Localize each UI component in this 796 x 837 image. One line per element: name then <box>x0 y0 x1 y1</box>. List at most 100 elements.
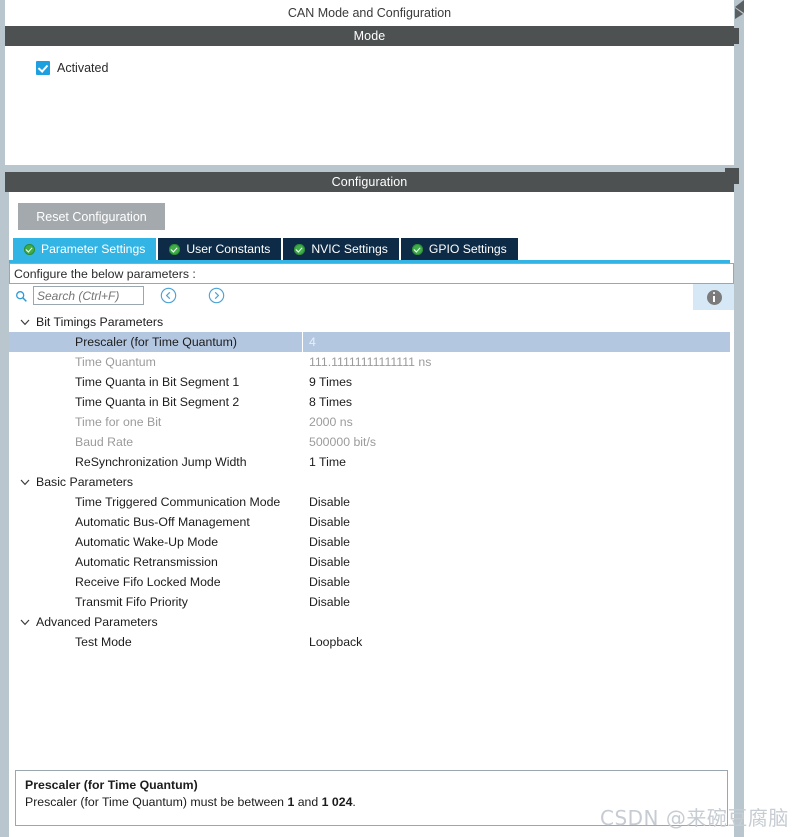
parameter-value[interactable]: Disable <box>309 575 350 589</box>
search-input[interactable] <box>33 286 144 305</box>
parameter-row[interactable]: Automatic Wake-Up Mode Disable <box>9 532 730 552</box>
chevron-down-icon[interactable] <box>19 316 31 328</box>
activated-checkbox-row[interactable]: Activated <box>36 61 108 75</box>
instruction-text: Configure the below parameters : <box>14 266 196 281</box>
tab-gpio-settings[interactable]: GPIO Settings <box>400 238 518 260</box>
parameter-name: Time Triggered Communication Mode <box>75 495 281 509</box>
green-check-icon <box>294 243 306 255</box>
parameter-value[interactable]: Disable <box>309 495 350 509</box>
parameter-value[interactable]: 9 Times <box>309 375 352 389</box>
parameter-row[interactable]: ReSynchronization Jump Width 1 Time <box>9 452 730 472</box>
parameter-row[interactable]: Time Triggered Communication Mode Disable <box>9 492 730 512</box>
parameter-name: Automatic Wake-Up Mode <box>75 535 219 549</box>
parameter-group-header[interactable]: Bit Timings Parameters <box>9 312 730 332</box>
parameter-group-label: Basic Parameters <box>36 475 134 489</box>
tab-label: User Constants <box>186 242 271 256</box>
tab-user-constants[interactable]: User Constants <box>158 238 282 260</box>
parameter-value[interactable]: 4 <box>302 332 316 353</box>
parameter-name: Baud Rate <box>75 435 134 449</box>
parameter-group-header[interactable]: Advanced Parameters <box>9 612 730 632</box>
parameter-value[interactable]: 111.11111111111111 ns <box>309 355 431 369</box>
parameter-group-label: Advanced Parameters <box>36 615 158 629</box>
green-check-icon <box>411 243 423 255</box>
configuration-section-body: Reset Configuration Parameter Settings Us… <box>5 192 735 837</box>
tab-parameter-settings[interactable]: Parameter Settings <box>13 238 157 260</box>
parameter-name: Time Quantum <box>75 355 156 369</box>
description-middle: and <box>294 795 322 809</box>
parameter-name: Transmit Fifo Priority <box>75 595 188 609</box>
instruction-bar: Configure the below parameters : <box>9 263 734 284</box>
parameter-name: Automatic Retransmission <box>75 555 218 569</box>
watermark: CSDN @来碗豆腐脑 <box>600 806 789 830</box>
parameter-tree: Bit Timings Parameters Prescaler (for Tim… <box>9 312 730 762</box>
parameter-value[interactable]: Disable <box>309 535 350 549</box>
parameter-value[interactable]: 1 Time <box>309 455 346 469</box>
parameter-row[interactable]: Prescaler (for Time Quantum) 4 <box>9 332 730 353</box>
chevron-down-icon[interactable] <box>19 616 31 628</box>
green-check-icon <box>24 243 35 255</box>
parameter-name: Time for one Bit <box>75 415 162 429</box>
page-title: CAN Mode and Configuration <box>287 5 452 20</box>
chevron-right-circle-icon[interactable] <box>208 287 225 304</box>
window-frame: CAN Mode and Configuration Mode Activate… <box>0 0 739 837</box>
parameter-value[interactable]: Disable <box>309 515 350 529</box>
green-check-icon <box>169 243 181 255</box>
parameter-name: Receive Fifo Locked Mode <box>75 575 221 589</box>
scroll-thumb-bottom[interactable] <box>725 168 739 184</box>
parameter-value[interactable]: 8 Times <box>309 395 352 409</box>
parameter-row[interactable]: Transmit Fifo Priority Disable <box>9 592 730 612</box>
parameter-value[interactable]: Disable <box>309 595 350 609</box>
parameter-name: ReSynchronization Jump Width <box>75 455 247 469</box>
description-title: Prescaler (for Time Quantum) <box>25 778 198 792</box>
mode-section-header: Mode <box>5 26 734 46</box>
parameter-name: Test Mode <box>75 635 132 649</box>
parameter-value[interactable]: 2000 ns <box>309 415 353 429</box>
tab-nvic-settings[interactable]: NVIC Settings <box>283 238 399 260</box>
search-toolbar <box>9 284 735 310</box>
reset-configuration-button[interactable]: Reset Configuration <box>18 203 165 230</box>
search-icon <box>16 291 27 302</box>
parameter-value[interactable]: Loopback <box>309 635 362 649</box>
mode-section-label: Mode <box>353 29 386 43</box>
can-configuration-window: CAN Mode and Configuration Mode Activate… <box>0 0 796 837</box>
right-frame-strip <box>734 0 744 837</box>
section-divider <box>0 165 739 172</box>
chevron-down-icon[interactable] <box>19 476 31 488</box>
parameter-name: Time Quanta in Bit Segment 2 <box>75 395 240 409</box>
configuration-tabs: Parameter Settings User Constants NVIC Set… <box>13 238 520 260</box>
info-icon <box>706 289 722 305</box>
parameter-row[interactable]: Automatic Retransmission Disable <box>9 552 730 572</box>
parameter-row[interactable]: Time Quanta in Bit Segment 1 9 Times <box>9 372 730 392</box>
configuration-section-label: Configuration <box>331 175 408 189</box>
parameter-row[interactable]: Automatic Bus-Off Management Disable <box>9 512 730 532</box>
activated-label: Activated <box>57 61 109 75</box>
parameter-row[interactable]: Time for one Bit 2000 ns <box>9 412 730 432</box>
description-prefix: Prescaler (for Time Quantum) must be bet… <box>25 795 288 809</box>
parameter-name: Time Quanta in Bit Segment 1 <box>75 375 240 389</box>
parameter-value[interactable]: 500000 bit/s <box>309 435 376 449</box>
tab-label: GPIO Settings <box>428 242 507 256</box>
description-max: 1 024 <box>321 795 353 809</box>
description-suffix: . <box>352 795 356 809</box>
parameter-name: Automatic Bus-Off Management <box>75 515 250 529</box>
parameter-name: Prescaler (for Time Quantum) <box>75 335 237 349</box>
info-button[interactable] <box>693 284 735 310</box>
scroll-thumb-top[interactable] <box>725 28 739 44</box>
window-titlebar: CAN Mode and Configuration <box>5 0 734 25</box>
parameter-group-header[interactable]: Basic Parameters <box>9 472 730 492</box>
mode-section-body: Activated <box>5 46 734 167</box>
outer-background <box>744 0 796 837</box>
parameter-value[interactable]: Disable <box>309 555 350 569</box>
parameter-group-label: Bit Timings Parameters <box>36 315 164 329</box>
parameter-row[interactable]: Receive Fifo Locked Mode Disable <box>9 572 730 592</box>
checkbox-checked-icon[interactable] <box>36 61 50 75</box>
chevron-left-circle-icon[interactable] <box>160 287 177 304</box>
collapse-arrow-icon[interactable] <box>730 0 744 26</box>
parameter-row[interactable]: Time Quantum 111.11111111111111 ns <box>9 352 730 372</box>
configuration-section-header: Configuration <box>5 172 734 192</box>
tab-label: NVIC Settings <box>311 242 388 256</box>
parameter-row[interactable]: Test Mode Loopback <box>9 632 730 652</box>
parameter-row[interactable]: Time Quanta in Bit Segment 2 8 Times <box>9 392 730 412</box>
tab-label: Parameter Settings <box>41 242 146 256</box>
parameter-row[interactable]: Baud Rate 500000 bit/s <box>9 432 730 452</box>
